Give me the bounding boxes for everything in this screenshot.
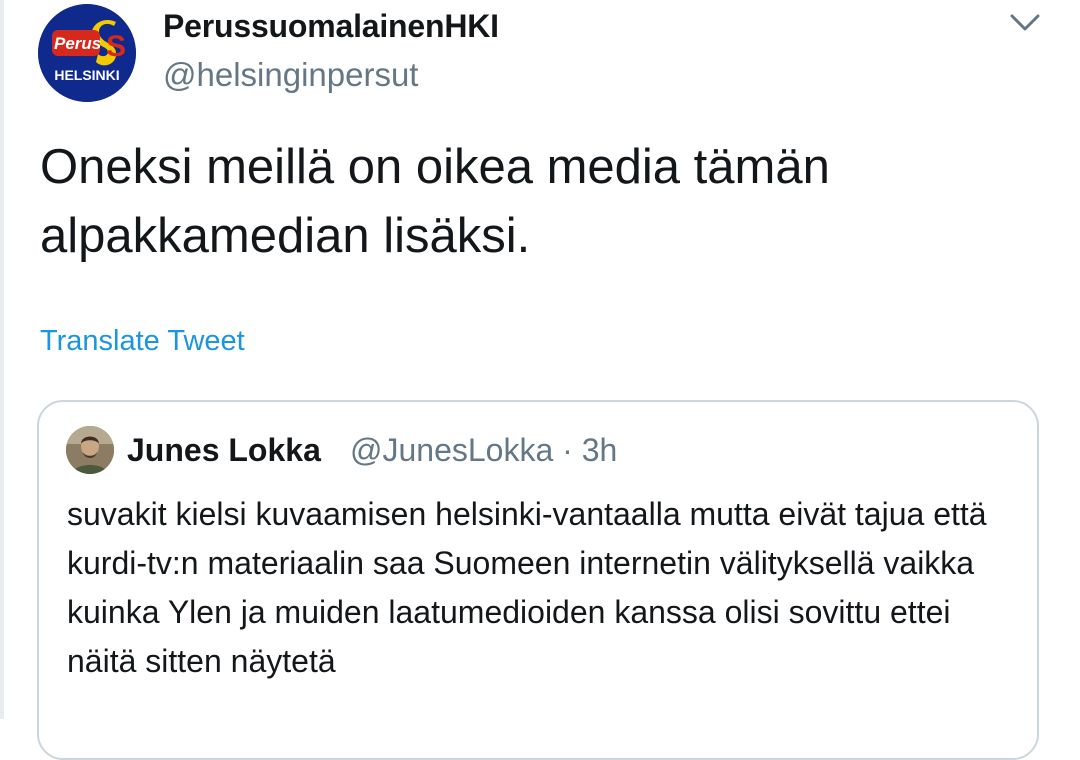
profile-avatar[interactable]: Perus S HELSINKI [38,4,136,102]
author-handle[interactable]: @helsinginpersut [163,56,418,94]
quoted-avatar [66,426,114,474]
quoted-separator: · [562,432,573,468]
chevron-down-icon[interactable] [1008,8,1042,36]
quoted-tweet[interactable]: Junes Lokka @JunesLokka · 3h suvakit kie… [37,400,1039,760]
quoted-handle: @JunesLokka [350,432,554,468]
quoted-time: 3h [581,432,618,468]
translate-tweet-link[interactable]: Translate Tweet [40,325,245,358]
logo-word: Perus [54,34,101,53]
quoted-meta: @JunesLokka · 3h [350,432,617,469]
author-display-name[interactable]: PerussuomalainenHKI [163,8,499,45]
tweet-card: Perus S HELSINKI PerussuomalainenHKI @he… [0,0,1080,760]
logo-letter: S [106,30,126,63]
tweet-text: Oneksi meillä on oikea media tämän alpak… [40,140,830,263]
quoted-tweet-text: suvakit kielsi kuvaamisen helsinki-vanta… [67,496,987,679]
logo-city: HELSINKI [54,67,119,83]
perussuomalaiset-logo-icon: Perus S HELSINKI [38,4,136,102]
quoted-display-name: Junes Lokka [127,432,321,468]
person-photo-icon [66,426,114,474]
